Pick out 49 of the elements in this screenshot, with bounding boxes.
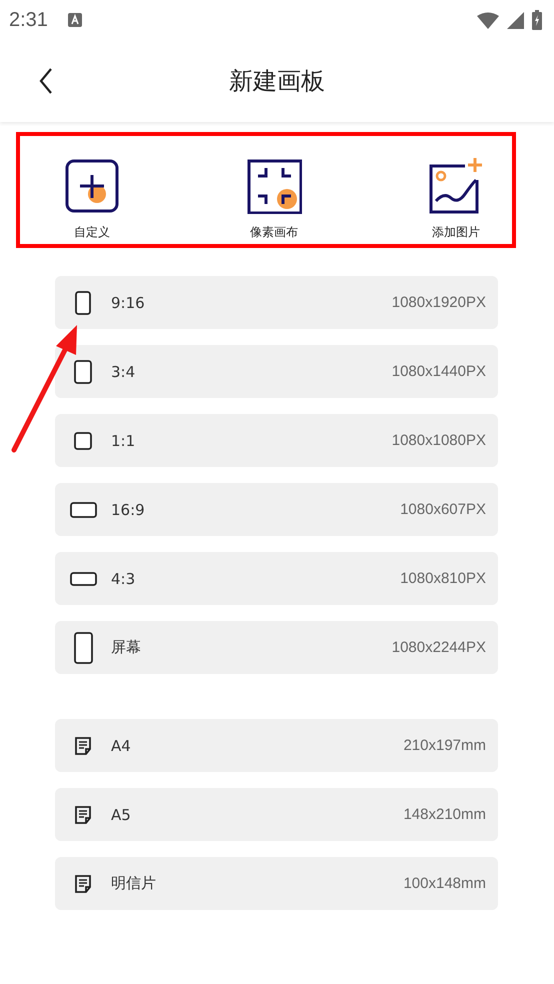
document-icon [75, 806, 91, 824]
document-icon [75, 874, 91, 892]
option-size: 1080x810PX [400, 570, 486, 587]
page-title: 新建画板 [229, 66, 325, 97]
option-size: 1080x2244PX [392, 639, 486, 656]
option-size: 1080x1440PX [392, 363, 486, 380]
frame-icon [74, 360, 92, 384]
frame-icon [74, 432, 92, 450]
size-option[interactable]: 16:9 1080x607PX [55, 483, 498, 536]
image-add-icon[interactable] [428, 158, 484, 214]
back-icon[interactable] [39, 68, 53, 94]
option-label: 4:3 [111, 570, 136, 588]
option-size: 1080x1920PX [392, 294, 486, 311]
option-label: A5 [111, 806, 132, 824]
size-option[interactable]: 3:4 1080x1440PX [55, 345, 498, 398]
option-size: 1080x1080PX [392, 432, 486, 449]
option-label: 16:9 [111, 500, 146, 518]
notification-icon [68, 13, 82, 27]
option-label: 1:1 [111, 432, 136, 450]
size-option[interactable]: 屏幕 1080x2244PX [55, 621, 498, 674]
option-label: A4 [111, 736, 132, 754]
frame-icon [70, 502, 96, 518]
option-size: 210x197mm [403, 737, 486, 754]
plus-square-icon[interactable] [64, 158, 120, 214]
action-label[interactable]: 像素画布 [250, 224, 298, 241]
wifi-icon [477, 12, 499, 28]
frame-icon [70, 572, 96, 586]
frame-corners-icon[interactable] [246, 158, 302, 214]
frame-icon [75, 290, 91, 314]
option-size: 148x210mm [403, 806, 486, 823]
size-option[interactable]: 明信片 100x148mm [55, 857, 498, 910]
option-label: 9:16 [111, 294, 146, 312]
size-option[interactable]: 1:1 1080x1080PX [55, 414, 498, 467]
action-label[interactable]: 自定义 [74, 224, 110, 241]
option-size: 1080x607PX [400, 501, 486, 518]
frame-icon [74, 632, 92, 664]
battery-icon [532, 10, 542, 30]
option-label: 屏幕 [111, 638, 142, 657]
option-label: 3:4 [111, 362, 136, 380]
option-size: 100x148mm [403, 875, 486, 892]
action-label[interactable]: 添加图片 [432, 224, 480, 241]
status-time: 2:31 [9, 8, 48, 32]
size-option[interactable]: 4:3 1080x810PX [55, 552, 498, 605]
signal-icon [507, 12, 524, 28]
option-label: 明信片 [111, 874, 157, 893]
size-option[interactable]: A4 210x197mm [55, 719, 498, 772]
size-option[interactable]: A5 148x210mm [55, 788, 498, 841]
size-option[interactable]: 9:16 1080x1920PX [55, 276, 498, 329]
document-icon [75, 736, 91, 754]
